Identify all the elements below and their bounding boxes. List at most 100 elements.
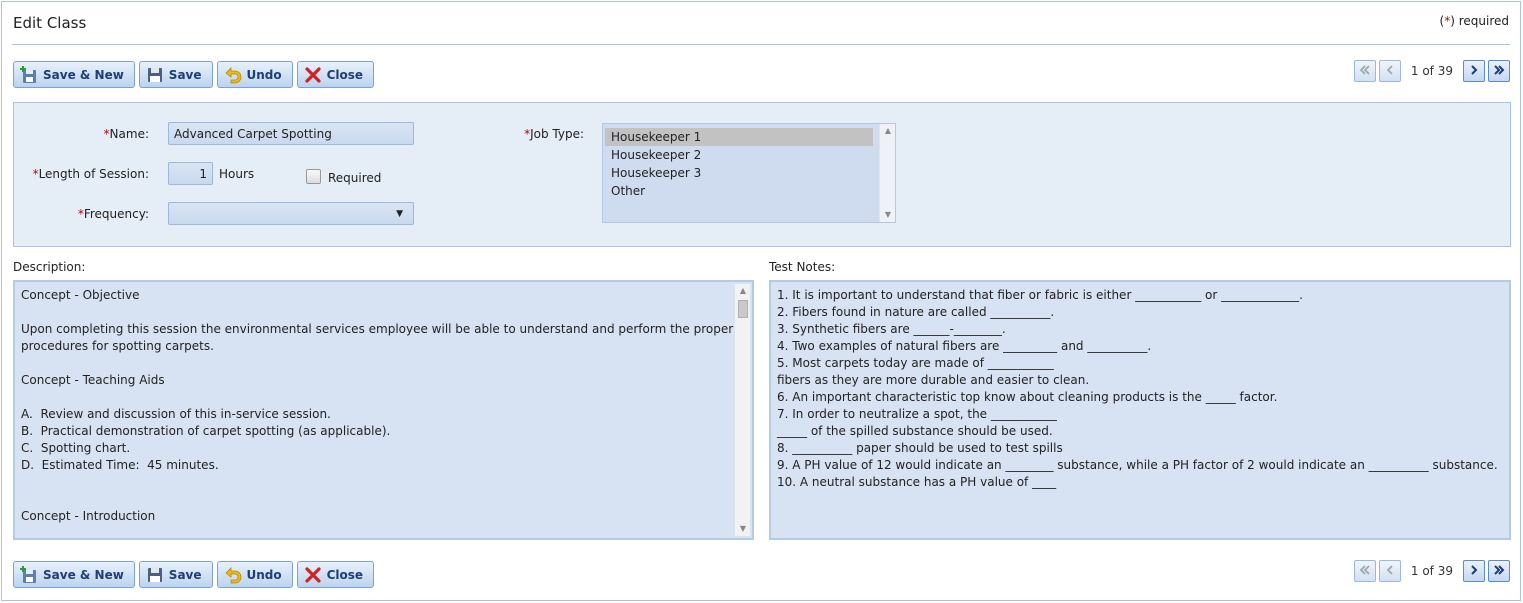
test-notes-line: 2. Fibers found in nature are called ___… <box>777 305 1055 319</box>
chevron-left-icon <box>1383 63 1397 80</box>
double-chevron-right-icon <box>1492 63 1506 80</box>
undo-label: Undo <box>246 567 282 582</box>
bottom-toolbar: Save & New Save Undo Close <box>13 561 375 588</box>
top-toolbar: Save & New Save Undo Close <box>13 61 375 88</box>
test-notes-line: 8. __________ paper should be used to te… <box>777 441 1063 455</box>
last-record-button[interactable] <box>1488 60 1510 82</box>
description-line: Concept - Objective <box>21 288 140 302</box>
description-line: D. Estimated Time: 45 minutes. <box>21 458 219 472</box>
record-position: 1 of 39 <box>1410 64 1453 78</box>
description-line: Concept - Introduction <box>21 509 156 523</box>
next-record-button[interactable] <box>1463 560 1485 582</box>
close-icon <box>304 66 322 84</box>
class-details-panel: *Name: Advanced Carpet Spotting *Length … <box>13 102 1511 247</box>
save-label: Save <box>168 567 202 582</box>
job-type-scrollbar[interactable]: ▲ ▼ <box>879 124 895 222</box>
hours-unit-label: Hours <box>219 167 255 181</box>
save-button[interactable]: Save <box>138 61 213 88</box>
close-icon <box>304 566 322 584</box>
test-notes-line: fibers as they are more durable and easi… <box>777 373 1090 387</box>
job-type-option[interactable]: Housekeeper 2 <box>603 146 895 164</box>
double-chevron-left-icon <box>1358 563 1372 580</box>
name-label: *Name: <box>103 127 149 141</box>
description-line: Concept - Teaching Aids <box>21 373 165 387</box>
length-of-session-input[interactable]: 1 <box>168 162 213 185</box>
test-notes-line: 6. An important characteristic top know … <box>777 390 1278 404</box>
scroll-up-icon[interactable]: ▲ <box>880 124 896 138</box>
undo-label: Undo <box>246 67 282 82</box>
required-legend: (*) required <box>1439 14 1509 28</box>
close-label: Close <box>326 67 364 82</box>
save-and-new-label: Save & New <box>43 67 124 82</box>
job-type-option[interactable]: Housekeeper 3 <box>603 164 895 182</box>
frequency-label: *Frequency: <box>77 207 149 221</box>
undo-button[interactable]: Undo <box>216 561 293 588</box>
description-line <box>21 355 728 372</box>
job-type-listbox[interactable]: Housekeeper 1 Housekeeper 2 Housekeeper … <box>602 123 896 223</box>
undo-icon <box>224 566 242 584</box>
close-button[interactable]: Close <box>296 61 375 88</box>
job-type-label: *Job Type: <box>524 127 584 141</box>
save-label: Save <box>168 67 202 82</box>
description-line <box>21 491 728 508</box>
last-record-button[interactable] <box>1488 560 1510 582</box>
description-textarea[interactable]: Concept - Objective Upon completing this… <box>13 280 754 540</box>
previous-record-button[interactable] <box>1378 60 1401 82</box>
name-input[interactable]: Advanced Carpet Spotting <box>168 122 414 145</box>
description-line <box>21 389 728 406</box>
description-line <box>21 474 728 491</box>
scroll-down-icon[interactable]: ▼ <box>880 208 896 222</box>
close-label: Close <box>326 567 364 582</box>
description-scrollbar[interactable]: ▲ ▼ <box>734 284 750 536</box>
test-notes-line: 10. A neutral substance has a PH value o… <box>777 475 1057 489</box>
required-star: * <box>1444 14 1451 28</box>
test-notes-textarea[interactable]: 1. It is important to understand that fi… <box>769 280 1511 540</box>
scroll-down-icon[interactable]: ▼ <box>735 522 751 536</box>
save-and-new-label: Save & New <box>43 567 124 582</box>
frequency-select[interactable]: ▼ <box>168 202 414 225</box>
description-label: Description: <box>13 260 86 274</box>
edit-class-window: Edit Class (*) required Save & New Save … <box>1 1 1521 601</box>
save-and-new-button[interactable]: Save & New <box>13 61 135 88</box>
undo-button[interactable]: Undo <box>216 61 293 88</box>
save-icon <box>146 66 164 84</box>
test-notes-line: 9. A PH value of 12 would indicate an __… <box>777 458 1498 472</box>
test-notes-line: _____ of the spilled substance should be… <box>777 424 1053 438</box>
save-icon <box>146 566 164 584</box>
test-notes-line: 1. It is important to understand that fi… <box>777 288 1303 302</box>
description-line: B. Practical demonstration of carpet spo… <box>21 424 391 438</box>
double-chevron-left-icon <box>1358 63 1372 80</box>
next-record-button[interactable] <box>1463 60 1485 82</box>
save-and-new-button[interactable]: Save & New <box>13 561 135 588</box>
length-of-session-label: *Length of Session: <box>32 167 149 181</box>
scroll-up-icon[interactable]: ▲ <box>735 284 751 298</box>
chevron-left-icon <box>1383 563 1397 580</box>
first-record-button[interactable] <box>1353 60 1376 82</box>
required-checkbox-label: Required <box>328 171 382 185</box>
first-record-button[interactable] <box>1353 560 1376 582</box>
job-type-option[interactable]: Housekeeper 1 <box>605 128 873 146</box>
description-line <box>21 304 728 321</box>
save-new-icon <box>20 565 38 584</box>
top-pager: 1 of 39 <box>1353 60 1510 82</box>
test-notes-line: 7. In order to neutralize a spot, the __… <box>777 407 1057 421</box>
previous-record-button[interactable] <box>1378 560 1401 582</box>
save-button[interactable]: Save <box>138 561 213 588</box>
scrollbar-thumb[interactable] <box>738 300 748 318</box>
double-chevron-right-icon <box>1492 563 1506 580</box>
test-notes-line: 4. Two examples of natural fibers are __… <box>777 339 1152 353</box>
description-line: A. Review and discussion of this in-serv… <box>21 407 331 421</box>
required-legend-text: required <box>1458 14 1509 28</box>
bottom-pager: 1 of 39 <box>1353 560 1510 582</box>
dropdown-arrow-icon: ▼ <box>396 208 403 219</box>
required-checkbox[interactable] <box>306 169 321 184</box>
test-notes-line: 5. Most carpets today are made of ______… <box>777 356 1054 370</box>
description-line: C. Spotting chart. <box>21 441 131 455</box>
close-button[interactable]: Close <box>296 561 375 588</box>
undo-icon <box>224 66 242 84</box>
record-position: 1 of 39 <box>1410 564 1453 578</box>
title-divider <box>12 44 1510 45</box>
job-type-option[interactable]: Other <box>603 182 895 200</box>
chevron-right-icon <box>1467 63 1481 80</box>
chevron-right-icon <box>1467 563 1481 580</box>
